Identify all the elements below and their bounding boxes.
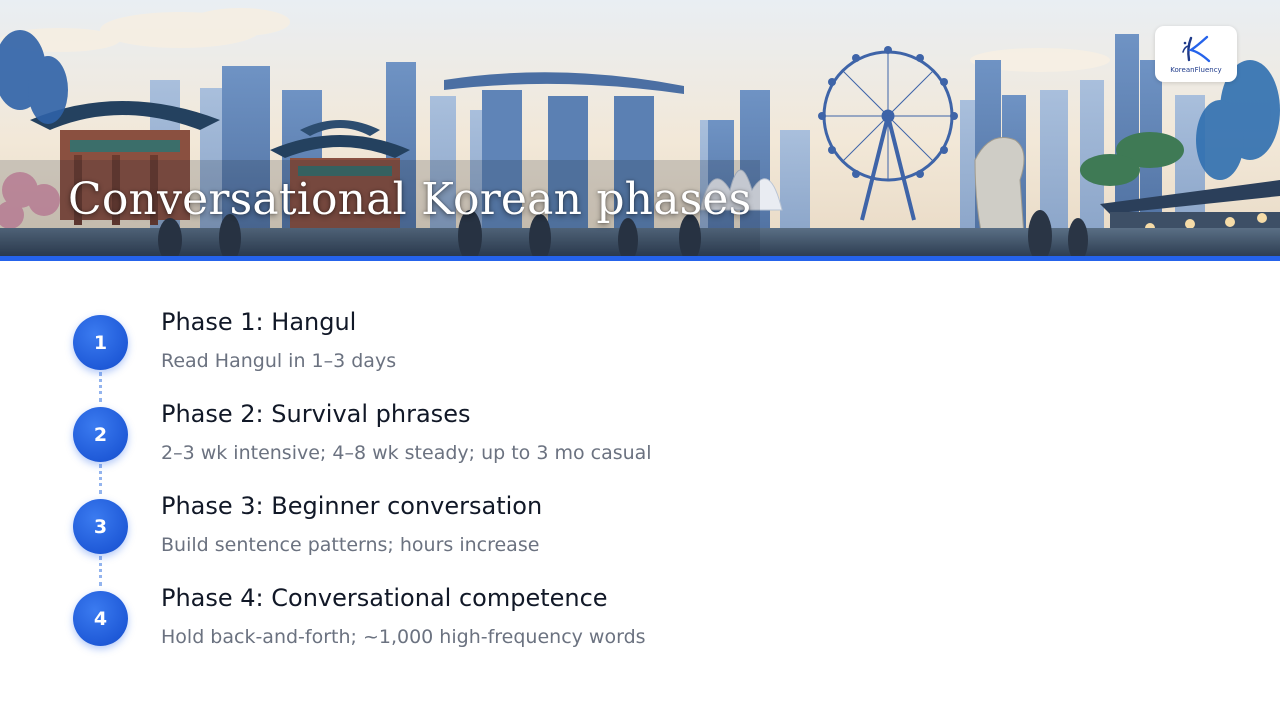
step-title: Phase 4: Conversational competence	[161, 584, 608, 612]
step-description: 2–3 wk intensive; 4–8 wk steady; up to 3…	[161, 442, 652, 464]
step-number-badge: 4	[73, 591, 128, 646]
step-description: Build sentence patterns; hours increase	[161, 534, 540, 556]
step-title: Phase 3: Beginner conversation	[161, 492, 543, 520]
step-number-badge: 3	[73, 499, 128, 554]
step-number-badge: 1	[73, 315, 128, 370]
step-title: Phase 2: Survival phrases	[161, 400, 471, 428]
step-number-badge: 2	[73, 407, 128, 462]
timeline-connector	[99, 556, 102, 586]
step-description: Hold back-and-forth; ~1,000 high-frequen…	[161, 626, 646, 648]
timeline-connector	[99, 372, 102, 402]
step-title: Phase 1: Hangul	[161, 308, 357, 336]
timeline-connector	[99, 464, 102, 494]
step-description: Read Hangul in 1–3 days	[161, 350, 397, 372]
phase-timeline: 1 Phase 1: Hangul Read Hangul in 1–3 day…	[0, 0, 1280, 720]
